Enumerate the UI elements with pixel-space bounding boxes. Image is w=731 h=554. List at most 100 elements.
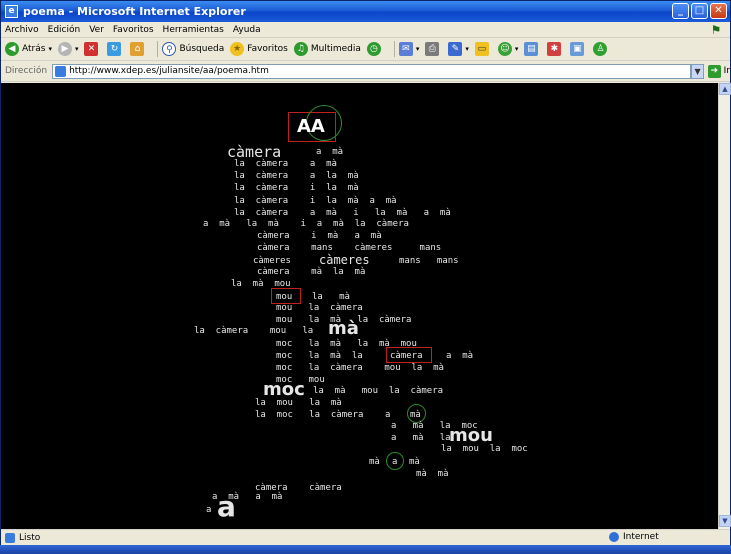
poem-page: AA càmera a mà la càmera a mà la càmera …: [1, 83, 718, 529]
minimize-button[interactable]: _: [672, 3, 689, 19]
edit-icon: ✎: [448, 42, 463, 56]
favorites-label: Favoritos: [247, 44, 288, 54]
poem-line: mà mà: [416, 469, 449, 479]
go-button[interactable]: ➜: [707, 64, 721, 78]
poem-line: mou: [276, 292, 293, 302]
address-input[interactable]: http://www.xdep.es/juliansite/aa/poema.h…: [52, 63, 692, 79]
toolbar-separator: [157, 41, 159, 57]
poem-line: moc la mà la: [276, 351, 363, 361]
poem-line: a mà la mà i a mà la càmera: [203, 219, 409, 229]
go-label[interactable]: Ir: [724, 66, 730, 76]
poem-line: càmeres: [319, 253, 370, 267]
discuss-button[interactable]: ▭: [474, 40, 492, 58]
close-button[interactable]: ✕: [710, 3, 727, 19]
research-icon: ▤: [524, 42, 539, 56]
poem-line: la mà: [312, 292, 350, 302]
mail-icon: ✉: [398, 42, 413, 56]
media-label: Multimedia: [310, 44, 361, 54]
poem-line: mans mans: [399, 256, 459, 266]
address-url: http://www.xdep.es/juliansite/aa/poema.h…: [69, 66, 269, 76]
stop-icon: ✕: [84, 42, 99, 56]
mail-button[interactable]: ✉ ▾: [398, 40, 419, 58]
scroll-down-icon[interactable]: ▼: [719, 515, 731, 527]
tools-button[interactable]: ✱: [547, 40, 564, 58]
refresh-button[interactable]: ↻: [107, 40, 124, 58]
research-button[interactable]: ▤: [524, 40, 541, 58]
user-icon: ♙: [593, 42, 608, 56]
poem-line: la càmera i la mà: [234, 183, 359, 193]
menu-edicion[interactable]: Edición: [48, 25, 81, 35]
edit-button[interactable]: ✎ ▾: [448, 40, 469, 58]
page-status-icon: [5, 532, 15, 543]
status-bar: Listo Internet: [1, 529, 730, 545]
poem-line: la càmera a mà i la mà a mà: [234, 208, 451, 218]
menu-bar: Archivo Edición Ver Favoritos Herramient…: [1, 22, 730, 38]
browser-window: e poema - Microsoft Internet Explorer _ …: [0, 0, 731, 554]
globe-icon: [609, 532, 619, 542]
poem-line: a: [392, 457, 398, 467]
history-button[interactable]: ◷: [366, 40, 384, 58]
menu-archivo[interactable]: Archivo: [5, 25, 39, 35]
print-button[interactable]: ⎙: [425, 40, 442, 58]
maximize-button[interactable]: □: [691, 3, 708, 19]
menu-herramientas[interactable]: Herramientas: [163, 25, 224, 35]
home-icon: ⌂: [130, 42, 145, 56]
title-bar: e poema - Microsoft Internet Explorer _ …: [1, 1, 730, 22]
poem-line: a mà: [316, 147, 344, 157]
stop-button[interactable]: ✕: [84, 40, 101, 58]
folder-icon: ▣: [570, 42, 585, 56]
window-title: poema - Microsoft Internet Explorer: [23, 5, 246, 18]
poem-line: la càmera a mà: [234, 159, 337, 169]
poem-line: la moc la càmera a: [255, 410, 391, 420]
forward-icon: ▶: [57, 42, 72, 56]
address-dropdown-button[interactable]: ▼: [691, 63, 704, 79]
media-icon: ♫: [293, 42, 308, 56]
discuss-icon: ▭: [474, 42, 489, 56]
vertical-scrollbar[interactable]: ▲ ▼: [718, 83, 731, 529]
poem-line: càmera: [227, 143, 282, 161]
menu-ayuda[interactable]: Ayuda: [233, 25, 261, 35]
folder-button[interactable]: ▣: [570, 40, 587, 58]
home-button[interactable]: ⌂: [130, 40, 147, 58]
poem-line: la mà mou la càmera: [313, 386, 444, 396]
scroll-up-icon[interactable]: ▲: [719, 83, 731, 95]
poem-line: a: [206, 505, 212, 515]
windows-logo-icon: ⚑: [710, 23, 722, 37]
back-label: Atrás: [22, 44, 46, 54]
search-button[interactable]: ⚲ Búsqueda: [162, 40, 224, 58]
menu-ver[interactable]: Ver: [89, 25, 104, 35]
search-icon: ⚲: [162, 42, 177, 56]
forward-button[interactable]: ▶ ▾: [57, 40, 78, 58]
taskbar: [0, 545, 731, 554]
search-label: Búsqueda: [179, 44, 225, 54]
messenger-icon: ☺: [497, 42, 512, 56]
page-icon: [55, 65, 67, 77]
toolbar-separator: [393, 41, 395, 57]
status-text: Listo: [19, 532, 41, 543]
back-icon: ◀: [5, 42, 19, 56]
poem-line: a: [217, 490, 236, 523]
poem-line: càmera: [390, 351, 423, 361]
back-button[interactable]: ◀ Atrás ▾: [5, 40, 52, 58]
address-bar: Dirección http://www.xdep.es/juliansite/…: [1, 61, 730, 82]
favorites-icon: ★: [230, 42, 245, 56]
poem-line: a mà: [446, 351, 474, 361]
security-zone: Internet: [609, 532, 659, 542]
tools-icon: ✱: [547, 42, 562, 56]
poem-line: mà: [369, 457, 380, 467]
poem-title: AA: [297, 116, 325, 137]
poem-line: moc: [263, 379, 305, 400]
favorites-button[interactable]: ★ Favoritos: [230, 40, 288, 58]
menu-favoritos[interactable]: Favoritos: [113, 25, 154, 35]
poem-line: mou la càmera: [276, 303, 363, 313]
poem-line: la mou la mà: [255, 398, 342, 408]
poem-line: mou: [449, 425, 493, 446]
user-button[interactable]: ♙: [593, 40, 610, 58]
media-button[interactable]: ♫ Multimedia: [293, 40, 361, 58]
zone-label: Internet: [623, 532, 659, 542]
messenger-button[interactable]: ☺ ▾: [497, 40, 518, 58]
poem-line: a mà la: [391, 433, 451, 443]
poem-line: càmeres: [253, 256, 291, 266]
poem-line: la càmera mou la: [194, 326, 314, 336]
poem-line: la mou la moc: [441, 444, 528, 454]
